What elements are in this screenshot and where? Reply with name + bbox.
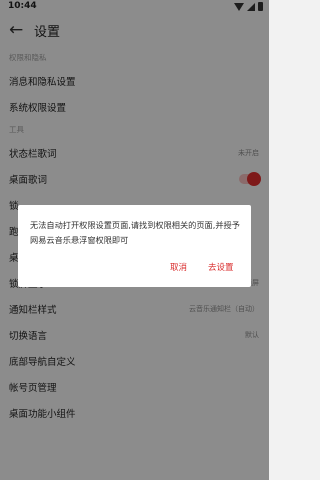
- cancel-button[interactable]: 取消: [170, 261, 187, 273]
- go-to-settings-button[interactable]: 去设置: [208, 261, 234, 273]
- permission-dialog: 无法自动打开权限设置页面,请找到权限相关的页面,并授予网易云音乐悬浮窗权限即可 …: [18, 205, 251, 287]
- dialog-message: 无法自动打开权限设置页面,请找到权限相关的页面,并授予网易云音乐悬浮窗权限即可: [30, 220, 240, 245]
